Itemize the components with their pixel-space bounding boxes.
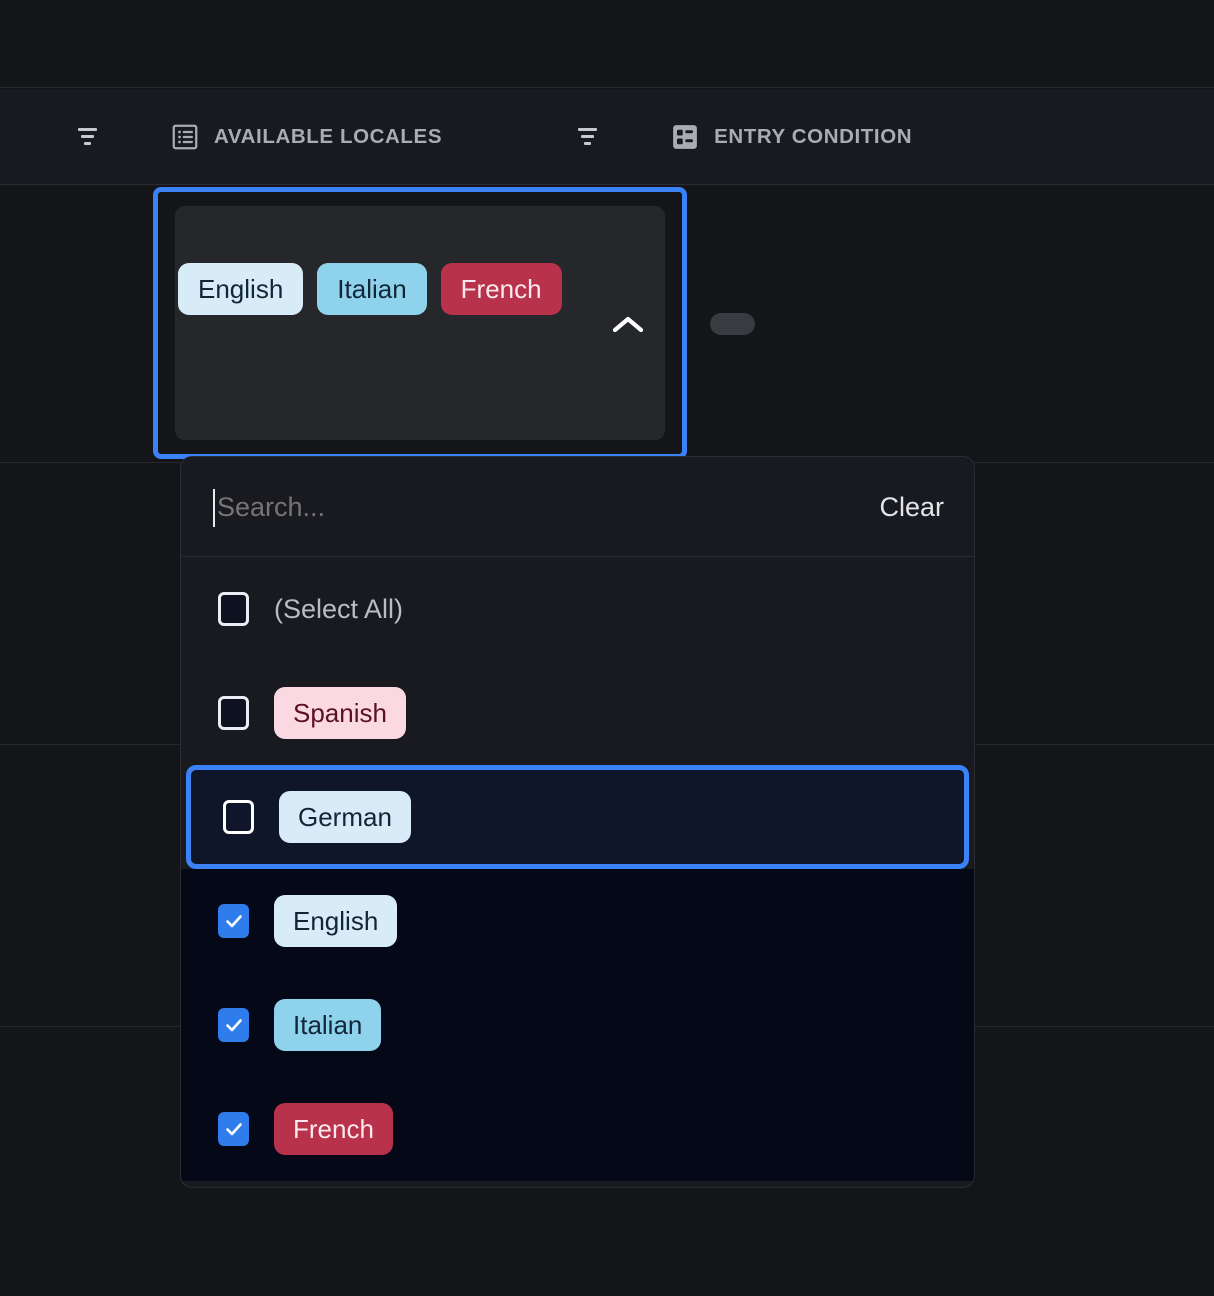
filter-icon[interactable] <box>72 122 102 152</box>
chevron-up-icon[interactable] <box>604 305 652 345</box>
checkbox-unchecked-icon[interactable] <box>223 800 254 834</box>
checkbox-unchecked-icon[interactable] <box>218 592 249 626</box>
checkbox-unchecked-icon[interactable] <box>218 696 249 730</box>
column-header-available-locales[interactable]: AVAILABLE LOCALES <box>72 89 442 184</box>
locale-chip-english[interactable]: English <box>178 263 303 315</box>
text-caret <box>213 489 215 527</box>
available-locales-multiselect[interactable] <box>175 206 665 440</box>
column-header-entry-condition[interactable]: ENTRY CONDITION <box>572 89 912 184</box>
checkbox-checked-icon[interactable] <box>218 1112 249 1146</box>
locale-option-list: (Select All) Spanish German English <box>181 557 974 1181</box>
locale-dropdown-panel: Clear (Select All) Spanish German <box>180 456 975 1188</box>
locale-chip-spanish: Spanish <box>274 687 406 739</box>
list-view-icon <box>170 122 200 152</box>
option-french[interactable]: French <box>181 1077 974 1181</box>
search-input[interactable] <box>217 457 857 557</box>
checkbox-checked-icon[interactable] <box>218 1008 249 1042</box>
entry-condition-placeholder <box>710 313 755 335</box>
locale-chip-english: English <box>274 895 397 947</box>
option-german[interactable]: German <box>186 765 969 869</box>
dropdown-search-row: Clear <box>181 457 974 557</box>
locale-chip-italian: Italian <box>274 999 381 1051</box>
grid-column-header: AVAILABLE LOCALES ENTRY CONDITION <box>0 89 1214 185</box>
option-label: (Select All) <box>274 594 403 625</box>
option-spanish[interactable]: Spanish <box>181 661 974 765</box>
option-italian[interactable]: Italian <box>181 973 974 1077</box>
locale-chip-german: German <box>279 791 411 843</box>
column-title-entry-condition: ENTRY CONDITION <box>714 125 912 149</box>
grid-view-icon <box>670 122 700 152</box>
column-title-available-locales: AVAILABLE LOCALES <box>214 125 442 149</box>
app-root: AVAILABLE LOCALES ENTRY CONDITION <box>0 0 1214 1296</box>
option-english[interactable]: English <box>181 869 974 973</box>
selected-locale-chips: English Italian French <box>178 263 598 315</box>
filter-icon[interactable] <box>572 122 602 152</box>
clear-button[interactable]: Clear <box>879 457 944 557</box>
toolbar-strip <box>0 0 1214 88</box>
checkbox-checked-icon[interactable] <box>218 904 249 938</box>
locale-chip-italian[interactable]: Italian <box>317 263 426 315</box>
locale-chip-french: French <box>274 1103 393 1155</box>
locale-chip-french[interactable]: French <box>441 263 562 315</box>
option-select-all[interactable]: (Select All) <box>181 557 974 661</box>
